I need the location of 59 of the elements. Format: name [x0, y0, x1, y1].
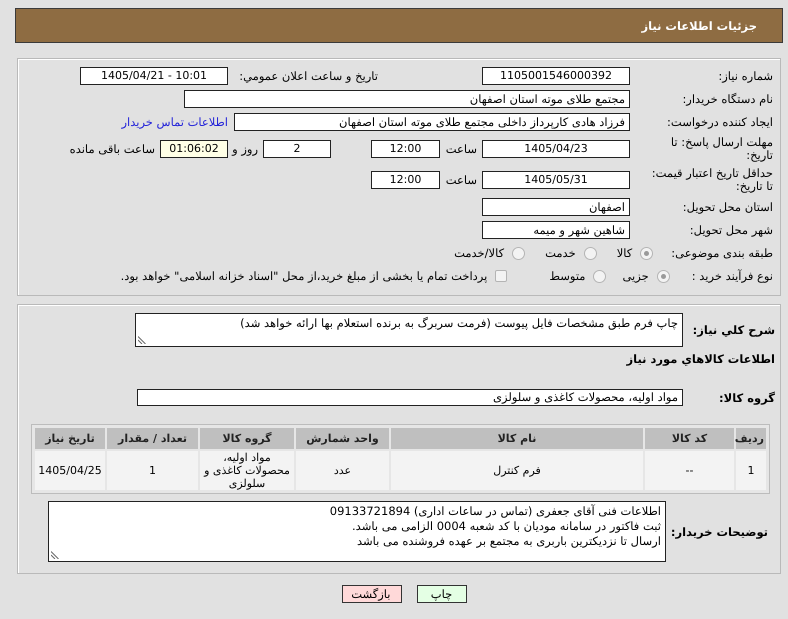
announce-date-field[interactable]: 1405/04/21 - 10:01: [80, 67, 228, 85]
field-label: ایجاد کننده درخواست:: [666, 115, 773, 129]
resize-grip-icon[interactable]: [138, 336, 146, 344]
requester-field[interactable]: فرزاد هادی کارپرداز داخلی مجتمع طلای موته استان اصفهان: [234, 113, 630, 131]
field-label: تاریخ و ساعت اعلان عمومي:: [239, 69, 378, 83]
remaining-time-field[interactable]: 01:06:02: [160, 140, 228, 158]
date-field[interactable]: 1405/05/31: [482, 171, 630, 189]
goods-group-field[interactable]: مواد اولیه، محصولات کاغذی و سلولزی: [137, 389, 683, 406]
page-title: جزئیات اطلاعات نیاز: [641, 18, 757, 32]
field-label: روز و: [232, 142, 258, 156]
table-cell: 1405/04/25: [35, 451, 105, 490]
option-label: خدمت: [545, 246, 576, 260]
option-label: متوسط: [549, 269, 586, 283]
field-label: نوع فرآیند خرید :: [692, 269, 773, 283]
field-label: طبقه بندی موضوعی:: [671, 246, 773, 260]
section-heading: اطلاعات کالاهاي مورد نیاز: [625, 352, 775, 366]
province-field[interactable]: اصفهان: [482, 198, 630, 216]
table-cell: 1: [736, 451, 766, 490]
field-label: استان محل تحویل:: [682, 200, 773, 214]
field-label: شهر محل تحویل:: [688, 223, 773, 237]
print-button[interactable]: چاپ: [416, 585, 466, 603]
field-label: ساعت باقی مانده: [70, 142, 155, 156]
need-number-field[interactable]: 1105001546000392: [482, 67, 630, 85]
table-cell: 1: [107, 451, 198, 490]
buyer-org-field[interactable]: مجتمع طلای موته استان اصفهان: [184, 90, 630, 108]
time-field[interactable]: 12:00: [371, 171, 440, 189]
city-field[interactable]: شاهین شهر و میمه: [482, 221, 630, 239]
summary-field[interactable]: چاپ فرم طبق مشخصات فایل پیوست (فرمت سربرگ به برنده استعلام بها ارائه خواهد شد): [135, 313, 683, 347]
option-label: پرداخت تمام یا بخشی از مبلغ خرید،از محل "اسناد خزانه اسلامی" خواهد بود.: [120, 269, 488, 283]
time-field[interactable]: 12:00: [371, 140, 440, 158]
option-label: کالا/خدمت: [454, 246, 504, 260]
buyer-notes-field[interactable]: اطلاعات فنی آقای جعفری (تماس در ساعات اداری) 09133721894 ثبت فاکتور در سامانه مودیان با کد شعبه 0004 الزامی می باشد. ارسال تا نزدیکترین باربری به مجتمع بر عهده فروشنده می باشد: [48, 501, 666, 562]
table-header-cell: گروه کالا: [200, 428, 294, 449]
field-label: شرح کلي نیاز:: [692, 323, 775, 337]
field-label: حداقل تاریخ اعتبار قیمت: تا تاریخ:: [650, 167, 773, 193]
field-label: ساعت: [446, 142, 477, 156]
field-label: گروه کالا:: [718, 390, 775, 404]
table-cell: --: [645, 451, 734, 490]
field-label: شماره نیاز:: [717, 69, 773, 83]
field-label: ساعت: [446, 173, 477, 187]
field-label: توضیحات خریدار:: [670, 524, 769, 538]
field-label: نام دستگاه خریدار:: [681, 92, 773, 106]
days-field[interactable]: 2: [263, 140, 331, 158]
date-field[interactable]: 1405/04/23: [482, 140, 630, 158]
back-button[interactable]: بازگشت: [342, 585, 402, 603]
field-label: مهلت ارسال پاسخ: تا تاریخ:: [670, 136, 773, 162]
table-header-cell: واحد شمارش: [296, 428, 389, 449]
contact-info-link[interactable]: اطلاعات تماس خریدار: [121, 115, 228, 129]
table-header-cell: کد کالا: [645, 428, 734, 449]
table-cell: عدد: [296, 451, 389, 490]
table-cell: مواد اولیه، محصولات کاغذی و سلولزی: [200, 451, 294, 490]
resize-grip-icon[interactable]: [50, 551, 59, 559]
table-header-cell: نام کالا: [391, 428, 643, 449]
table-header-cell: ردیف: [736, 428, 766, 449]
option-label: جزیی: [622, 269, 649, 283]
option-label: کالا: [616, 246, 632, 260]
table-header-cell: تاریخ نیاز: [35, 428, 105, 449]
table-cell: فرم کنترل: [391, 451, 643, 490]
table-header-cell: تعداد / مقدار: [107, 428, 198, 449]
